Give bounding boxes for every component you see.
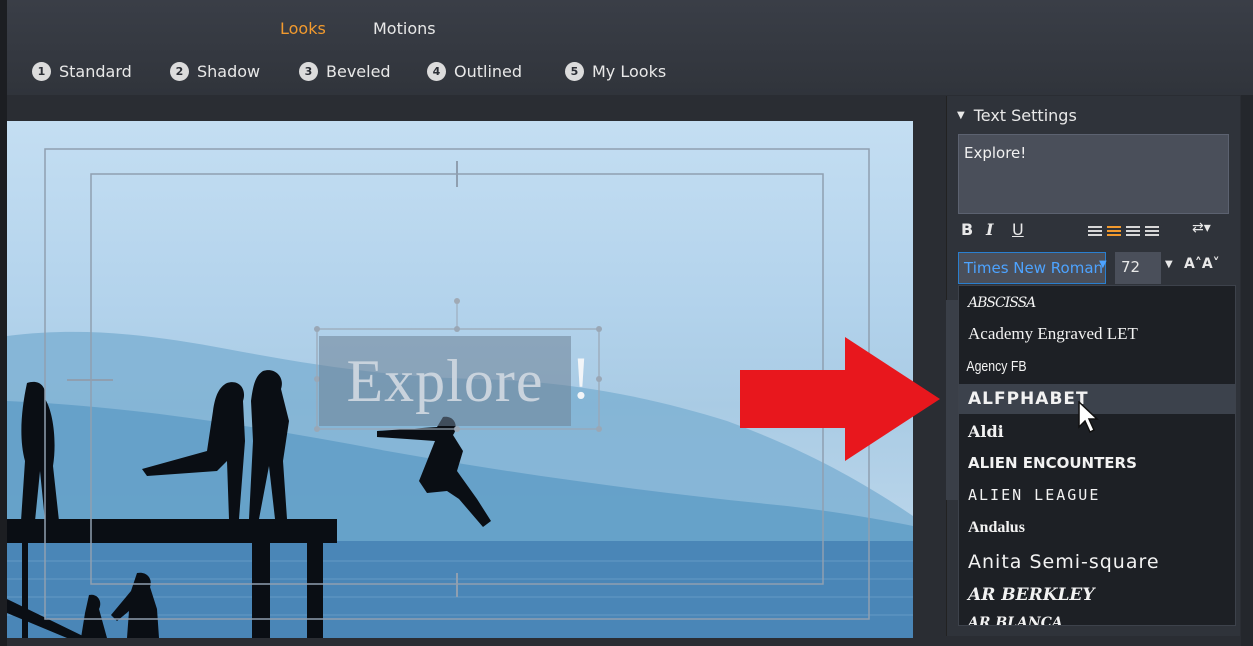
text-input[interactable]: Explore! [958, 134, 1229, 214]
tab-motions[interactable]: Motions [373, 19, 436, 38]
font-option[interactable]: Andalus [959, 513, 1235, 543]
tab-label: My Looks [592, 62, 667, 81]
underline-button[interactable]: U [1012, 220, 1024, 239]
tab-beveled[interactable]: 3 Beveled [299, 62, 391, 81]
align-right-icon[interactable] [1126, 226, 1140, 238]
font-dropdown-list[interactable]: ABSCISSA Academy Engraved LET Agency FB … [958, 285, 1236, 626]
right-edge [1241, 0, 1253, 646]
mode-tabs: Looks Motions [7, 19, 1253, 45]
tab-my-looks[interactable]: 5 My Looks [565, 62, 666, 81]
font-option[interactable]: ALIEN LEAGUE [959, 480, 1235, 510]
italic-button[interactable]: I [986, 220, 993, 239]
font-family-select[interactable]: Times New Roman [958, 252, 1106, 284]
red-arrow-icon [740, 337, 940, 461]
align-left-icon[interactable] [1088, 226, 1102, 238]
panel-title: Text Settings [973, 106, 1077, 125]
align-justify-icon[interactable] [1145, 226, 1159, 238]
font-option[interactable]: Academy Engraved LET [959, 319, 1235, 349]
font-option[interactable]: AR BLANCA [959, 608, 1235, 625]
font-option[interactable]: ABSCISSA [959, 288, 1235, 318]
tab-standard[interactable]: 1 Standard [32, 62, 132, 81]
title-text-box[interactable]: Explore [319, 336, 571, 426]
title-text: Explore [346, 347, 544, 414]
tab-outlined[interactable]: 4 Outlined [427, 62, 522, 81]
font-size-select[interactable]: 72 [1115, 252, 1161, 284]
number-3-icon: 3 [299, 62, 318, 81]
font-option[interactable]: ALIEN ENCOUNTERS [959, 448, 1235, 478]
tab-shadow[interactable]: 2 Shadow [170, 62, 260, 81]
text-settings-header[interactable]: ▼ Text Settings [957, 106, 1077, 125]
font-option[interactable]: Anita Semi-square [959, 547, 1235, 577]
tab-label: Standard [59, 62, 132, 81]
tab-looks[interactable]: Looks [280, 19, 326, 38]
number-2-icon: 2 [170, 62, 189, 81]
number-1-icon: 1 [32, 62, 51, 81]
left-edge [0, 0, 7, 646]
tab-label: Outlined [454, 62, 523, 81]
title-toolbar: Looks Motions 1 Standard 2 Shadow 3 Beve… [7, 0, 1253, 95]
number-5-icon: 5 [565, 62, 584, 81]
style-tabs: 1 Standard 2 Shadow 3 Beveled 4 Outlined… [7, 62, 1253, 88]
font-option[interactable]: Agency FB [959, 351, 1185, 381]
mouse-pointer-icon [1078, 401, 1099, 434]
tab-label: Shadow [197, 62, 261, 81]
chevron-down-icon: ▼ [1099, 259, 1107, 270]
chevron-down-icon: ▼ [1165, 259, 1173, 270]
align-center-icon[interactable] [1107, 226, 1121, 238]
format-toolbar: B I U ⇄▾ [958, 220, 1233, 244]
font-option[interactable]: AR BERKLEY [959, 580, 1235, 610]
bold-button[interactable]: B [961, 220, 973, 239]
font-size-grow-shrink-button[interactable]: A˄A˅ [1184, 256, 1220, 272]
tab-label: Beveled [326, 62, 391, 81]
collapse-triangle-icon: ▼ [957, 110, 965, 121]
number-4-icon: 4 [427, 62, 446, 81]
text-direction-icon[interactable]: ⇄▾ [1192, 220, 1211, 236]
title-text-exclamation: ! [571, 345, 591, 411]
